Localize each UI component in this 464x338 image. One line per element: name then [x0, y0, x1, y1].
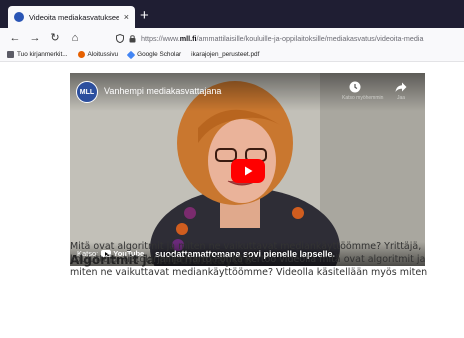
shield-icon[interactable]: [116, 34, 124, 43]
share-arrow-icon: [395, 82, 407, 92]
play-button[interactable]: [231, 159, 265, 183]
new-tab-button[interactable]: +: [140, 8, 149, 23]
url-prefix: https://www.: [141, 34, 180, 43]
reload-icon[interactable]: ↻: [47, 32, 63, 44]
scholar-icon: [126, 50, 136, 59]
tab-title: Videoita mediakasvatukseen: [29, 12, 119, 22]
bookmark-label: Aloitussivu: [87, 51, 119, 58]
tab-strip: Videoita mediakasvatukseen × +: [0, 0, 464, 28]
bookmark-pdf[interactable]: ikarajojen_perusteet.pdf: [191, 51, 259, 58]
share-button[interactable]: Jaa: [388, 81, 414, 101]
site-favicon-icon: [14, 12, 24, 22]
url-text[interactable]: https://www.mll.fi/ammattilaisille/koulu…: [141, 34, 423, 43]
bookmark-label: Google Scholar: [137, 51, 182, 58]
address-bar[interactable]: https://www.mll.fi/ammattilaisille/koulu…: [116, 31, 464, 46]
import-icon: [7, 51, 14, 58]
bookmark-google-scholar[interactable]: Google Scholar: [126, 50, 182, 59]
tab-active[interactable]: Videoita mediakasvatukseen ×: [8, 6, 135, 28]
url-domain: mll.fi: [179, 34, 197, 43]
bookmark-label: Tuo kirjanmerkit...: [17, 51, 68, 58]
video-embed[interactable]: MLL Vanhempi mediakasvattajana Katso myö…: [70, 73, 425, 266]
navigation-bar: ← → ↻ ⌂ https://www.mll.fi/ammattilaisil…: [0, 28, 464, 48]
home-icon[interactable]: ⌂: [67, 32, 83, 44]
back-arrow-icon[interactable]: ←: [7, 32, 23, 44]
play-icon: [245, 166, 253, 176]
article-paragraph: Mitä ovat algoritmit ja miten ne vaikutt…: [70, 241, 428, 278]
share-label: Jaa: [396, 95, 406, 101]
forward-arrow-icon[interactable]: →: [27, 32, 43, 44]
bookmark-label: ikarajojen_perusteet.pdf: [191, 51, 260, 58]
url-path: /ammattilaisille/kouluille-ja-oppilaitok…: [196, 34, 424, 43]
clock-icon: [349, 81, 361, 93]
bookmark-import[interactable]: Tuo kirjanmerkit...: [7, 51, 68, 58]
bookmarks-toolbar: Tuo kirjanmerkit... Aloitussivu Google S…: [0, 48, 464, 62]
close-tab-icon[interactable]: ×: [124, 12, 129, 22]
channel-logo[interactable]: MLL: [76, 81, 98, 103]
lock-icon[interactable]: [129, 34, 136, 43]
bookmark-aloitussivu[interactable]: Aloitussivu: [77, 51, 119, 58]
firefox-icon: [77, 51, 85, 58]
watch-later-button[interactable]: Katso myöhemmin: [342, 81, 384, 101]
watch-later-label: Katso myöhemmin: [342, 95, 384, 101]
video-title[interactable]: Vanhempi mediakasvattajana: [104, 86, 221, 96]
page-content: MLL Vanhempi mediakasvattajana Katso myö…: [0, 63, 464, 338]
